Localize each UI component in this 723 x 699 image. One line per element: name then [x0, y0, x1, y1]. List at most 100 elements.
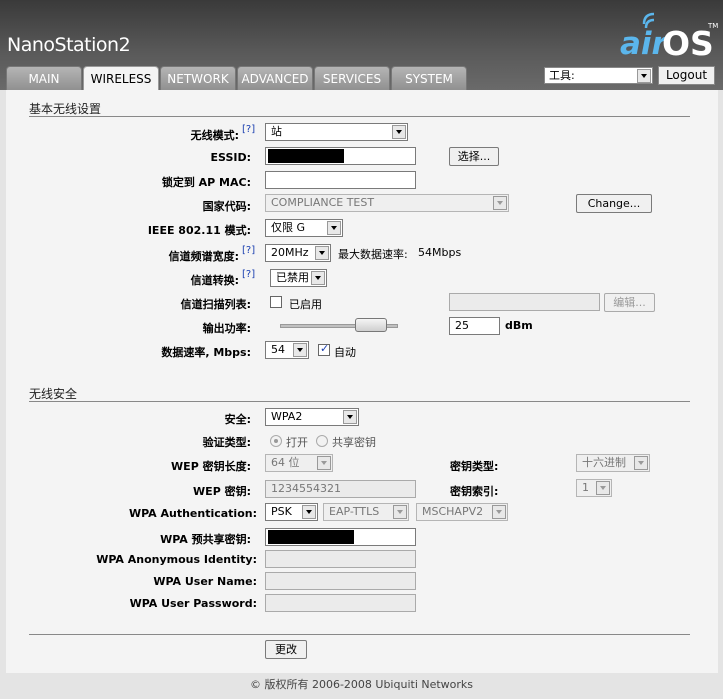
channel-width-label: 信道频谱宽度:: [168, 250, 239, 263]
airos-logo: air OS TM: [620, 12, 719, 63]
wireless-mode-help-link[interactable]: [?]: [242, 124, 255, 135]
wireless-mode-label: 无线模式:: [190, 129, 239, 142]
tab-wireless[interactable]: WIRELESS: [83, 66, 159, 91]
tab-main[interactable]: MAIN: [6, 66, 82, 90]
auth-type-label: 验证类型:: [202, 436, 251, 449]
channel-scan-checkbox[interactable]: [270, 296, 282, 308]
country-code-value: COMPLIANCE TEST: [271, 196, 375, 209]
channel-scan-list-input[interactable]: [449, 293, 600, 311]
output-power-input[interactable]: 25: [449, 317, 500, 335]
channel-shift-help-link[interactable]: [?]: [242, 269, 255, 280]
essid-label: ESSID:: [210, 151, 252, 164]
channel-shift-value: 已禁用: [276, 271, 309, 284]
wpa-user-password-label: WPA User Password:: [129, 597, 257, 610]
channel-scan-list-label: 信道扫描列表:: [180, 298, 251, 311]
logo-tm-text: TM: [708, 22, 719, 30]
ieee-mode-select[interactable]: 仅限 G: [265, 219, 343, 237]
apply-change-button[interactable]: 更改: [265, 640, 307, 659]
auth-shared-label: 共享密钥: [332, 436, 376, 449]
chevron-down-icon: [392, 125, 406, 139]
wpa-auth-method-value: PSK: [271, 505, 292, 518]
data-rate-label: 数据速率, Mbps:: [161, 346, 251, 359]
wep-key-input[interactable]: 1234554321: [265, 480, 416, 498]
output-power-label: 输出功率:: [202, 322, 251, 335]
wpa-eap-method-select[interactable]: EAP-TTLS: [323, 503, 409, 521]
auth-shared-radio[interactable]: [316, 435, 328, 447]
header-bar: NanoStation2 air OS TM MAIN WIRELESS NET…: [0, 0, 723, 91]
essid-select-button[interactable]: 选择...: [449, 147, 499, 166]
tools-select-label: 工具:: [549, 69, 575, 82]
lock-ap-mac-input[interactable]: [265, 171, 416, 189]
wep-key-length-label: WEP 密钥长度:: [171, 460, 251, 473]
product-name: NanoStation2: [7, 34, 131, 56]
data-rate-auto-checkbox[interactable]: [318, 342, 330, 356]
data-rate-value: 54: [271, 343, 285, 356]
chevron-down-icon: [302, 505, 316, 519]
output-power-slider-handle[interactable]: [354, 318, 387, 332]
chevron-down-icon: [637, 69, 651, 83]
country-change-button[interactable]: Change...: [576, 194, 652, 213]
chevron-down-icon: [317, 456, 331, 470]
wpa-psk-label: WPA 预共享密钥:: [160, 533, 251, 546]
chevron-down-icon: [393, 505, 407, 519]
essid-input[interactable]: [265, 147, 416, 165]
country-code-label: 国家代码:: [202, 200, 251, 213]
ieee-mode-value: 仅限 G: [271, 221, 306, 234]
wpa-eap-method-value: EAP-TTLS: [329, 505, 380, 518]
wpa-user-name-label: WPA User Name:: [153, 575, 257, 588]
wpa-auth-method-select[interactable]: PSK: [265, 503, 318, 521]
tools-select[interactable]: 工具:: [544, 67, 653, 84]
chevron-down-icon: [293, 343, 307, 357]
wpa-inner-auth-value: MSCHAPV2: [422, 505, 484, 518]
wireless-security-section-title: 无线安全: [29, 387, 78, 401]
logout-button[interactable]: Logout: [658, 66, 715, 85]
auth-open-radio[interactable]: [270, 435, 282, 447]
security-select[interactable]: WPA2: [265, 408, 359, 426]
auth-open-label: 打开: [286, 436, 308, 449]
key-index-label: 密钥索引:: [450, 485, 499, 498]
channel-scan-edit-button[interactable]: 编辑...: [604, 293, 655, 312]
channel-width-select[interactable]: 20MHz: [265, 244, 331, 262]
redacted-mask: [268, 149, 344, 163]
wep-key-length-value: 64 位: [271, 456, 300, 469]
security-value: WPA2: [271, 410, 303, 423]
channel-width-value: 20MHz: [271, 246, 309, 259]
wpa-auth-label: WPA Authentication:: [128, 507, 257, 520]
chevron-down-icon: [634, 456, 648, 470]
chevron-down-icon: [596, 481, 610, 495]
tab-network[interactable]: NETWORK: [160, 66, 236, 90]
tab-advanced[interactable]: ADVANCED: [237, 66, 313, 90]
ieee-mode-label: IEEE 802.11 模式:: [147, 224, 251, 237]
data-rate-auto-label: 自动: [334, 346, 356, 359]
wireless-mode-value: 站: [271, 125, 282, 138]
basic-wireless-section-title: 基本无线设置: [29, 102, 102, 116]
wpa-user-password-input[interactable]: [265, 594, 416, 612]
lock-ap-mac-label: 锁定到 AP MAC:: [161, 176, 251, 189]
max-rate-value: 54Mbps: [418, 246, 462, 259]
wireless-mode-select[interactable]: 站: [265, 123, 408, 141]
key-type-select[interactable]: 十六进制: [576, 454, 650, 472]
country-code-select[interactable]: COMPLIANCE TEST: [265, 194, 509, 212]
tab-system[interactable]: SYSTEM: [391, 66, 467, 90]
chevron-down-icon: [327, 221, 341, 235]
key-index-select[interactable]: 1: [576, 479, 612, 497]
data-rate-select[interactable]: 54: [265, 341, 309, 359]
section-divider: [29, 401, 690, 402]
security-label: 安全:: [224, 413, 251, 426]
wpa-inner-auth-select[interactable]: MSCHAPV2: [416, 503, 508, 521]
channel-shift-label: 信道转换:: [190, 274, 239, 287]
section-divider: [29, 116, 690, 117]
output-power-unit: dBm: [505, 319, 533, 332]
section-divider: [29, 634, 690, 635]
redacted-mask: [268, 530, 354, 544]
wep-key-length-select[interactable]: 64 位: [265, 454, 333, 472]
logo-air-text: air: [620, 26, 667, 62]
max-rate-label: 最大数据速率:: [338, 248, 408, 261]
wpa-user-name-input[interactable]: [265, 572, 416, 590]
wpa-anon-identity-input[interactable]: [265, 550, 416, 568]
channel-shift-select[interactable]: 已禁用: [270, 269, 327, 287]
chevron-down-icon: [492, 505, 506, 519]
channel-width-help-link[interactable]: [?]: [242, 245, 255, 256]
wpa-psk-input[interactable]: [265, 528, 416, 546]
tab-services[interactable]: SERVICES: [314, 66, 390, 90]
